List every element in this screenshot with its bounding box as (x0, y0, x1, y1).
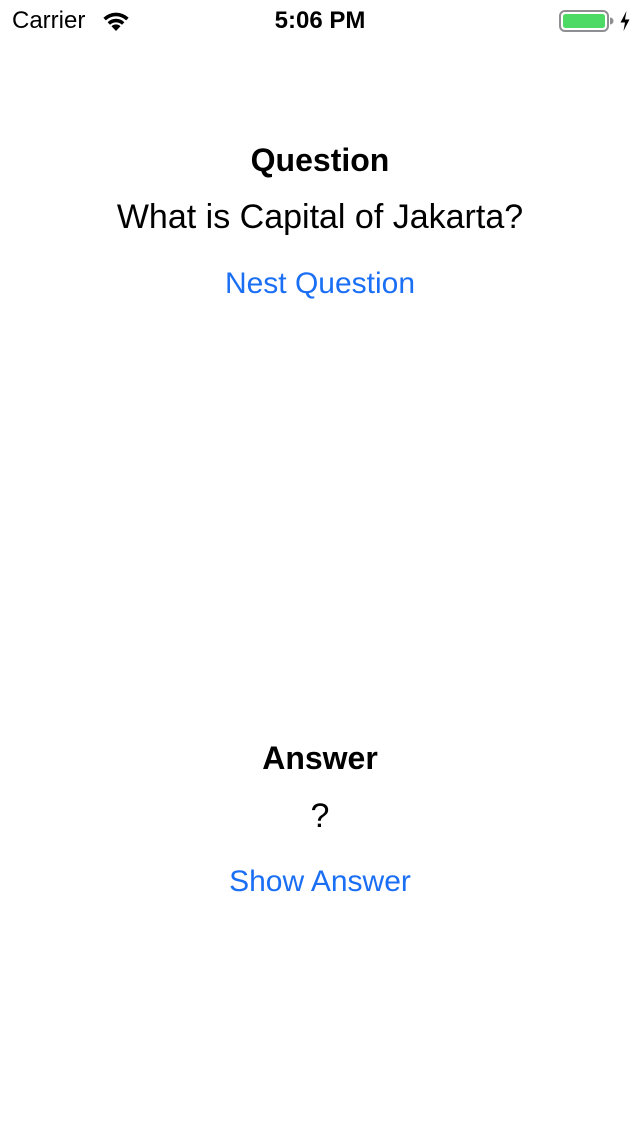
answer-text: ? (310, 797, 330, 835)
next-question-button[interactable]: Nest Question (225, 265, 415, 303)
question-text: What is Capital of Jakarta? (116, 198, 524, 236)
question-title: Question (250, 142, 390, 178)
show-answer-button-row: Show Answer (0, 863, 640, 901)
status-bar: Carrier 5:06 PM (0, 0, 640, 40)
next-question-button-row: Nest Question (0, 265, 640, 303)
answer-title: Answer (262, 740, 378, 776)
status-time: 5:06 PM (274, 7, 366, 34)
show-answer-button[interactable]: Show Answer (229, 863, 411, 901)
charging-bolt-icon (620, 11, 630, 31)
battery-icon (559, 10, 614, 32)
